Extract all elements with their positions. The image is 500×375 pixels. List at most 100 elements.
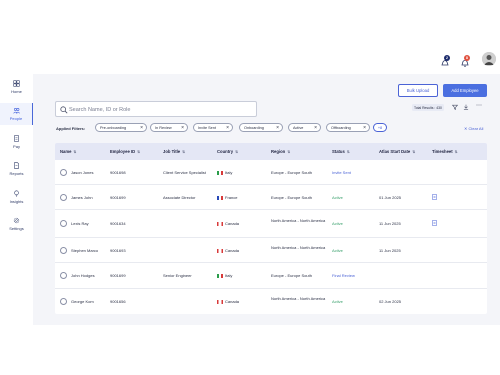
column-header-name[interactable]: Name ⇅ bbox=[60, 149, 76, 154]
cell-country: France bbox=[217, 195, 237, 200]
bulk-upload-button[interactable]: Bulk Upload bbox=[398, 84, 438, 97]
cell-name: Lexis Ray bbox=[71, 221, 89, 226]
sort-icon: ⇅ bbox=[287, 149, 291, 154]
table-row[interactable]: Jason Jones 9001698 Client Service Speci… bbox=[55, 160, 487, 185]
user-avatar[interactable] bbox=[482, 52, 496, 66]
table-row[interactable]: Stephen Marco 9001693 Canada North Ameri… bbox=[55, 238, 487, 263]
italy-flag-icon bbox=[217, 170, 223, 175]
filter-chip[interactable]: Onboarding × bbox=[239, 123, 283, 132]
sort-icon: ⇅ bbox=[235, 149, 238, 154]
column-label: Employee ID bbox=[110, 149, 136, 154]
sort-icon: ⇅ bbox=[73, 149, 77, 154]
filter-chip[interactable]: Pre-onboarding × bbox=[95, 123, 147, 132]
table-row[interactable]: George Kom 9001656 Canada North America … bbox=[55, 289, 487, 314]
status-badge: Active bbox=[332, 221, 343, 226]
column-header-job-title[interactable]: Job Title ⇅ bbox=[163, 149, 185, 154]
column-label: Status bbox=[332, 149, 345, 154]
avatar bbox=[60, 169, 67, 176]
page-footer-space bbox=[33, 325, 500, 375]
reports-icon bbox=[14, 162, 19, 169]
chip-label: Offboarding bbox=[331, 125, 351, 130]
column-header-start-date[interactable]: Atlas Start Date ⇅ bbox=[379, 149, 415, 154]
app-root: atlas 2 8 Home People Pay Reports Insigh… bbox=[0, 0, 500, 375]
sidebar-item-people[interactable]: People bbox=[0, 103, 33, 125]
status-badge: Final Review bbox=[332, 273, 355, 278]
total-results-badge: Total Results : 430 bbox=[412, 104, 444, 111]
cell-name: George Kom bbox=[71, 299, 94, 304]
filter-chip[interactable]: Active × bbox=[288, 123, 321, 132]
canada-flag-icon bbox=[217, 248, 223, 253]
close-icon[interactable]: × bbox=[140, 124, 143, 132]
country-label: Canada bbox=[225, 299, 240, 304]
sort-icon: ⇅ bbox=[137, 149, 141, 154]
download-icon[interactable] bbox=[463, 104, 469, 110]
sidebar-item-insights[interactable]: Insights bbox=[0, 186, 33, 208]
top-bar bbox=[33, 48, 500, 74]
close-icon[interactable]: × bbox=[226, 124, 229, 132]
timesheet-icon[interactable] bbox=[432, 194, 437, 200]
search-input[interactable] bbox=[69, 105, 249, 115]
status-badge: Active bbox=[332, 299, 343, 304]
filter-chip[interactable]: Invite Sent × bbox=[193, 123, 233, 132]
close-icon[interactable]: × bbox=[181, 124, 184, 132]
sidebar: Home People Pay Reports Insights Setting… bbox=[0, 48, 33, 325]
table-row[interactable]: Lexis Ray 9001634 Canada North America -… bbox=[55, 210, 487, 238]
column-label: Timesheet bbox=[432, 149, 453, 154]
column-label: Job Title bbox=[163, 149, 181, 154]
sidebar-item-reports[interactable]: Reports bbox=[0, 158, 33, 180]
avatar bbox=[60, 220, 67, 227]
sidebar-item-pay[interactable]: Pay bbox=[0, 131, 33, 153]
notifications-badge: 2 bbox=[444, 55, 450, 61]
close-icon[interactable]: × bbox=[363, 124, 366, 132]
cell-employee-id: 9001656 bbox=[110, 299, 126, 304]
cell-start-date: 11 Jun 2025 bbox=[379, 221, 401, 226]
column-header-employee-id[interactable]: Employee ID ⇅ bbox=[110, 149, 140, 154]
more-filters-chip[interactable]: +8 bbox=[373, 123, 387, 132]
country-label: Canada bbox=[225, 221, 240, 226]
status-badge: Invite Sent bbox=[332, 170, 351, 175]
cell-start-date: 02 Jun 2025 bbox=[379, 299, 402, 304]
sidebar-item-label: People bbox=[9, 116, 23, 121]
country-label: France bbox=[225, 195, 238, 200]
filter-icon[interactable] bbox=[452, 104, 458, 110]
search-box[interactable] bbox=[55, 101, 257, 117]
home-icon bbox=[13, 80, 20, 87]
add-employee-button[interactable]: Add Employee bbox=[443, 84, 487, 97]
cell-employee-id: 9001699 bbox=[110, 195, 126, 200]
column-label: Atlas Start Date bbox=[379, 149, 411, 154]
filter-chip[interactable]: In Review × bbox=[150, 123, 188, 132]
chip-label: Invite Sent bbox=[198, 125, 216, 130]
cell-country: Canada bbox=[217, 221, 239, 226]
column-header-region[interactable]: Region ⇅ bbox=[271, 149, 290, 154]
column-header-status[interactable]: Status ⇅ bbox=[332, 149, 350, 154]
sort-icon: ⇅ bbox=[346, 149, 350, 154]
table-row[interactable]: James John 9001699 Associate Director Fr… bbox=[55, 185, 487, 210]
status-badge: Active bbox=[332, 195, 343, 200]
timesheet-icon[interactable] bbox=[432, 220, 437, 226]
canada-flag-icon bbox=[217, 299, 223, 304]
clear-all-link[interactable]: ✕ Clear All bbox=[464, 126, 483, 131]
sort-icon: ⇅ bbox=[412, 149, 416, 154]
more-options-icon[interactable]: ⋯ bbox=[476, 102, 483, 109]
sidebar-item-settings[interactable]: Settings bbox=[0, 213, 33, 235]
table-row[interactable]: John Hodges 9001699 Senior Engineer Ital… bbox=[55, 263, 487, 289]
column-header-country[interactable]: Country ⇅ bbox=[217, 149, 238, 154]
chip-label: In Review bbox=[155, 125, 172, 130]
cell-employee-id: 9001634 bbox=[110, 221, 126, 226]
alerts-badge: 8 bbox=[464, 55, 470, 61]
filter-chip[interactable]: Offboarding × bbox=[326, 123, 370, 132]
column-label: Name bbox=[60, 149, 72, 154]
cell-name: Jason Jones bbox=[71, 170, 94, 175]
close-icon[interactable]: × bbox=[314, 124, 317, 132]
cell-country: Italy bbox=[217, 273, 232, 278]
column-header-timesheet[interactable]: Timesheet ⇅ bbox=[432, 149, 458, 154]
sidebar-item-home[interactable]: Home bbox=[0, 76, 33, 98]
cell-job-title: Senior Engineer bbox=[163, 273, 192, 278]
avatar bbox=[60, 247, 67, 254]
close-icon[interactable]: × bbox=[276, 124, 279, 132]
france-flag-icon bbox=[217, 195, 223, 200]
clear-all-label: Clear All bbox=[468, 126, 484, 131]
employee-table: Name ⇅ Employee ID ⇅ Job Title ⇅ Country ⇅ R… bbox=[55, 143, 487, 314]
cell-country: Canada bbox=[217, 299, 239, 304]
cell-region: North America - North America bbox=[271, 218, 326, 223]
